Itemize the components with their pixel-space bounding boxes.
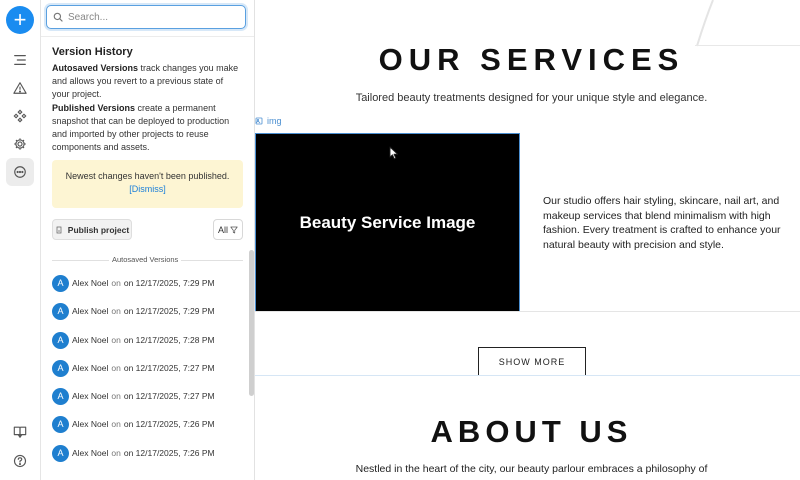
add-button[interactable]: + — [6, 6, 34, 34]
filter-icon — [230, 226, 238, 233]
version-author: Alex Noel — [72, 419, 109, 429]
notice-text: Newest changes haven't been published. — [65, 171, 230, 181]
filter-dropdown[interactable]: All — [213, 219, 243, 240]
search-input[interactable] — [68, 11, 238, 23]
mouse-cursor-icon — [389, 146, 398, 160]
image-selection-tag: img — [255, 116, 282, 126]
version-timestamp: on 12/17/2025, 7:27 PM — [123, 391, 215, 401]
autosaved-section-header: Autosaved Versions — [52, 254, 243, 266]
avatar: A — [52, 387, 69, 405]
version-on: on — [111, 363, 121, 373]
version-author: Alex Noel — [72, 391, 109, 401]
services-title[interactable]: OUR SERVICES — [255, 42, 800, 78]
components-icon[interactable] — [8, 104, 32, 128]
version-timestamp: on 12/17/2025, 7:26 PM — [123, 419, 215, 429]
avatar: A — [52, 415, 69, 433]
publish-project-button[interactable]: Publish project — [52, 219, 132, 240]
version-item[interactable]: A Alex Noel on on 12/17/2025, 7:29 PM — [52, 274, 215, 292]
version-item[interactable]: A Alex Noel on on 12/17/2025, 7:27 PM — [52, 387, 215, 405]
avatar: A — [52, 274, 69, 292]
about-text[interactable]: Nestled in the heart of the city, our be… — [255, 463, 800, 475]
avatar: A — [52, 331, 69, 349]
published-term: Published Versions — [52, 103, 136, 113]
dismiss-link[interactable]: [Dismiss] — [52, 183, 243, 196]
image-alt-text: Beauty Service Image — [299, 212, 476, 232]
help-icon[interactable] — [8, 449, 32, 473]
service-image[interactable]: Beauty Service Image — [255, 133, 520, 312]
layers-icon[interactable] — [8, 48, 32, 72]
gear-icon[interactable] — [8, 132, 32, 156]
services-description[interactable]: Our studio offers hair styling, skincare… — [543, 194, 800, 252]
image-icon — [255, 117, 263, 125]
version-author: Alex Noel — [72, 335, 109, 345]
filter-label: All — [217, 224, 228, 235]
panel-title: Version History — [52, 46, 133, 58]
version-author: Alex Noel — [72, 306, 109, 316]
version-item[interactable]: A Alex Noel on on 12/17/2025, 7:28 PM — [52, 331, 215, 349]
version-timestamp: on 12/17/2025, 7:26 PM — [123, 448, 215, 458]
version-timestamp: on 12/17/2025, 7:28 PM — [123, 335, 215, 345]
version-history-icon[interactable] — [6, 158, 34, 186]
version-author: Alex Noel — [72, 448, 109, 458]
published-description: Published Versions create a permanent sn… — [52, 102, 242, 154]
publish-icon — [56, 226, 62, 233]
version-item[interactable]: A Alex Noel on on 12/17/2025, 7:26 PM — [52, 415, 215, 433]
icon-rail: + — [0, 0, 41, 480]
section-boundary — [255, 375, 800, 376]
version-item[interactable]: A Alex Noel on on 12/17/2025, 7:29 PM — [52, 302, 215, 320]
app-window: + Version History Autosaved Ver — [0, 0, 800, 480]
avatar: A — [52, 359, 69, 377]
version-on: on — [111, 278, 121, 288]
search-box — [46, 5, 246, 29]
version-on: on — [111, 391, 121, 401]
unpublished-notice: Newest changes haven't been published. [… — [52, 160, 243, 208]
version-item[interactable]: A Alex Noel on on 12/17/2025, 7:26 PM — [52, 444, 215, 462]
services-subtitle[interactable]: Tailored beauty treatments designed for … — [255, 92, 800, 104]
autosaved-description: Autosaved Versions track changes you mak… — [52, 62, 242, 101]
publish-label: Publish project — [67, 224, 130, 235]
section-row-divider — [255, 311, 800, 312]
docs-icon[interactable] — [8, 420, 32, 444]
design-canvas[interactable]: OUR SERVICES Tailored beauty treatments … — [255, 0, 800, 480]
panel-divider — [41, 36, 254, 37]
panel-scrollbar[interactable] — [249, 250, 254, 396]
warning-icon[interactable] — [8, 76, 32, 100]
version-timestamp: on 12/17/2025, 7:29 PM — [123, 278, 215, 288]
version-on: on — [111, 335, 121, 345]
version-on: on — [111, 419, 121, 429]
version-item[interactable]: A Alex Noel on on 12/17/2025, 7:27 PM — [52, 359, 215, 377]
version-author: Alex Noel — [72, 278, 109, 288]
image-tag-label: img — [267, 116, 282, 126]
autosaved-term: Autosaved Versions — [52, 63, 139, 73]
search-icon — [53, 12, 63, 22]
avatar: A — [52, 302, 69, 320]
about-title[interactable]: ABOUT US — [255, 414, 800, 450]
show-more-button[interactable]: SHOW MORE — [478, 347, 586, 376]
section-label: Autosaved Versions — [109, 254, 182, 266]
version-timestamp: on 12/17/2025, 7:29 PM — [123, 306, 215, 316]
avatar: A — [52, 444, 69, 462]
version-timestamp: on 12/17/2025, 7:27 PM — [123, 363, 215, 373]
version-history-panel: Version History Autosaved Versions track… — [41, 0, 255, 480]
version-on: on — [111, 306, 121, 316]
version-on: on — [111, 448, 121, 458]
version-author: Alex Noel — [72, 363, 109, 373]
